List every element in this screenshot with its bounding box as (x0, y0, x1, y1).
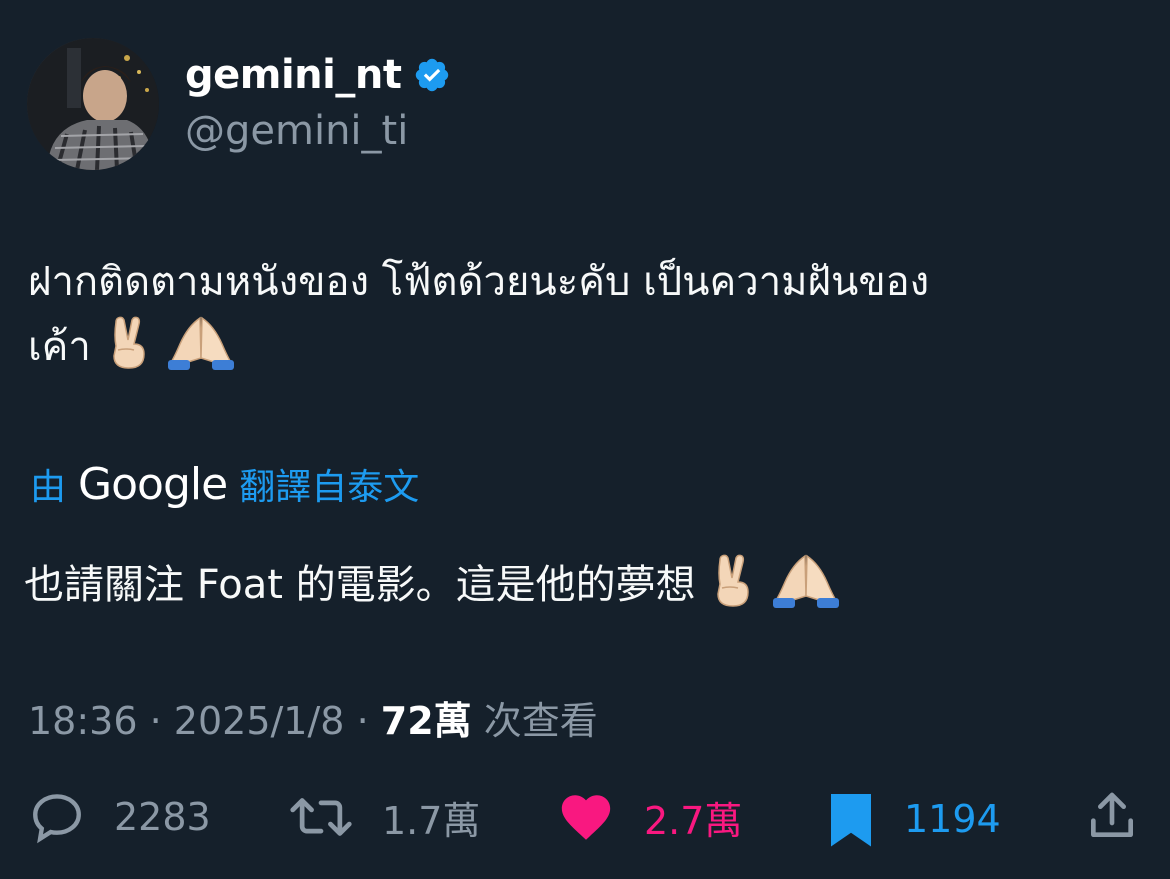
tweet-time[interactable]: 18:36 (28, 699, 138, 743)
translated-text-content: 也請關注 Foat 的電影。這是他的夢想 (24, 562, 696, 608)
avatar-photo (27, 38, 159, 170)
victory-hand-icon (708, 552, 758, 625)
share-icon (1091, 792, 1133, 837)
retweet-button[interactable]: 1.7萬 (288, 788, 480, 846)
meta-separator: · (149, 699, 162, 743)
translation-suffix: 翻譯自泰文 (239, 467, 420, 508)
tweet-text-line-1: ฝากติดตามหนังของ โฟ้ตด้วยนะคับ เป็นความฝ… (28, 259, 930, 305)
bookmark-filled-icon (831, 794, 871, 847)
avatar[interactable] (27, 38, 159, 170)
like-count: 2.7萬 (644, 798, 743, 843)
folded-hands-icon (166, 314, 236, 389)
handle[interactable]: @gemini_ti (185, 108, 408, 154)
share-button[interactable] (1084, 788, 1140, 844)
tweet-text-line-2-text: เค้า (28, 324, 91, 370)
display-name[interactable]: gemini_nt (185, 52, 451, 98)
reply-icon (33, 794, 81, 844)
google-logo: Google (78, 458, 228, 510)
verified-badge-icon (416, 58, 449, 92)
views-count: 72萬 (380, 699, 472, 743)
bookmark-count: 1194 (904, 797, 1001, 841)
heart-filled-icon (561, 795, 611, 840)
retweet-count: 1.7萬 (382, 798, 481, 843)
like-button[interactable]: 2.7萬 (556, 788, 742, 846)
bookmark-button[interactable]: 1194 (826, 788, 1001, 850)
translation-attribution[interactable]: 由 Google 翻譯自泰文 (30, 458, 419, 510)
tweet-text-line-2: เค้า (28, 314, 1138, 389)
translation-prefix: 由 (30, 467, 67, 508)
tweet-date[interactable]: 2025/1/8 (174, 699, 345, 743)
tweet-meta: 18:36 · 2025/1/8 · 72萬 次查看 (28, 690, 598, 745)
meta-separator: · (356, 699, 369, 743)
reply-count: 2283 (114, 795, 211, 839)
display-name-text: gemini_nt (185, 52, 402, 98)
victory-hand-icon (104, 314, 154, 389)
reply-button[interactable]: 2283 (28, 788, 211, 846)
views-label: 次查看 (483, 699, 598, 743)
tweet-text: ฝากติดตามหนังของ โฟ้ตด้วยนะคับ เป็นความฝ… (28, 250, 1138, 389)
folded-hands-icon (771, 552, 841, 625)
retweet-icon (290, 798, 352, 836)
translated-text: 也請關注 Foat 的電影。這是他的夢想 (24, 552, 841, 625)
